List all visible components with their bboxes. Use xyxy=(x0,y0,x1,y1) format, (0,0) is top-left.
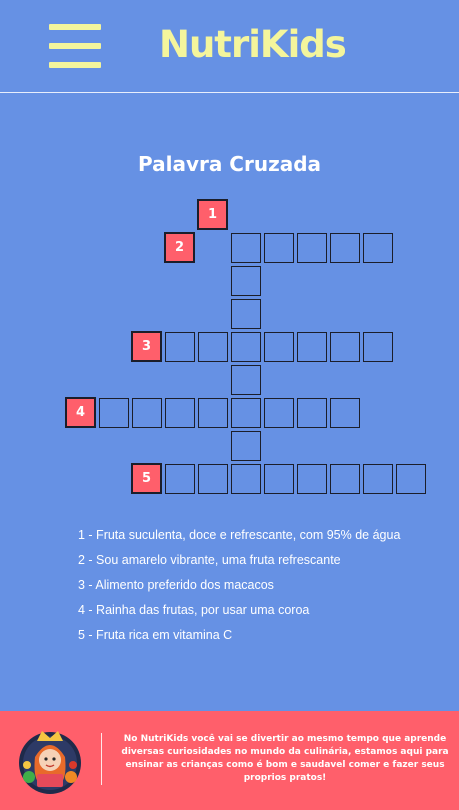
crossword-cell[interactable] xyxy=(330,398,360,428)
crossword-cell[interactable] xyxy=(264,464,294,494)
crossword-cell[interactable] xyxy=(231,233,261,263)
crossword-cell[interactable] xyxy=(231,398,261,428)
crossword-cell[interactable] xyxy=(264,332,294,362)
clue-number-4: 4 xyxy=(65,397,96,428)
crossword-cell[interactable] xyxy=(297,398,327,428)
crossword-cell[interactable] xyxy=(363,464,393,494)
crossword-cell[interactable] xyxy=(363,233,393,263)
hamburger-menu-icon[interactable] xyxy=(49,24,101,68)
crossword-cell[interactable] xyxy=(231,365,261,395)
footer: No NutriKids você vai se divertir ao mes… xyxy=(0,711,459,810)
crossword-cell[interactable] xyxy=(99,398,129,428)
brand-logo[interactable]: NutriKids xyxy=(159,20,359,70)
crossword-cell[interactable] xyxy=(330,332,360,362)
crossword-cell[interactable] xyxy=(330,464,360,494)
crossword-cell[interactable] xyxy=(297,332,327,362)
crossword-cell[interactable] xyxy=(231,431,261,461)
crossword-cell[interactable] xyxy=(132,398,162,428)
crossword-cell[interactable] xyxy=(231,464,261,494)
crossword-cell[interactable] xyxy=(165,332,195,362)
clue-item: 1 - Fruta suculenta, doce e refrescante,… xyxy=(78,528,401,542)
crossword-cell[interactable] xyxy=(297,464,327,494)
crossword-cell[interactable] xyxy=(231,266,261,296)
clue-item: 4 - Rainha das frutas, por usar uma coro… xyxy=(78,603,310,617)
crossword-cell[interactable] xyxy=(198,332,228,362)
crossword-cell[interactable] xyxy=(264,398,294,428)
crossword-cell[interactable] xyxy=(198,464,228,494)
clue-number-1: 1 xyxy=(197,199,228,230)
chef-girl-avatar-icon xyxy=(19,731,81,794)
crossword-cell[interactable] xyxy=(165,464,195,494)
footer-divider xyxy=(101,733,102,785)
crossword-cell[interactable] xyxy=(264,233,294,263)
clue-number-5: 5 xyxy=(131,463,162,494)
crossword-cell[interactable] xyxy=(231,332,261,362)
clue-number-2: 2 xyxy=(164,232,195,263)
page-title: Palavra Cruzada xyxy=(137,152,322,176)
clue-list: 1 - Fruta suculenta, doce e refrescante,… xyxy=(78,525,438,650)
crossword-cell[interactable] xyxy=(165,398,195,428)
clue-item: 2 - Sou amarelo vibrante, uma fruta refr… xyxy=(78,553,341,567)
crossword-cell[interactable] xyxy=(231,299,261,329)
header: NutriKids xyxy=(0,0,459,93)
crossword-cell[interactable] xyxy=(396,464,426,494)
clue-item: 3 - Alimento preferido dos macacos xyxy=(78,578,274,592)
footer-description: No NutriKids você vai se divertir ao mes… xyxy=(121,734,449,783)
crossword-cell[interactable] xyxy=(297,233,327,263)
crossword-cell[interactable] xyxy=(363,332,393,362)
crossword-cell[interactable] xyxy=(198,398,228,428)
clue-item: 5 - Fruta rica em vitamina C xyxy=(78,628,233,642)
crossword-cell[interactable] xyxy=(330,233,360,263)
clue-number-3: 3 xyxy=(131,331,162,362)
